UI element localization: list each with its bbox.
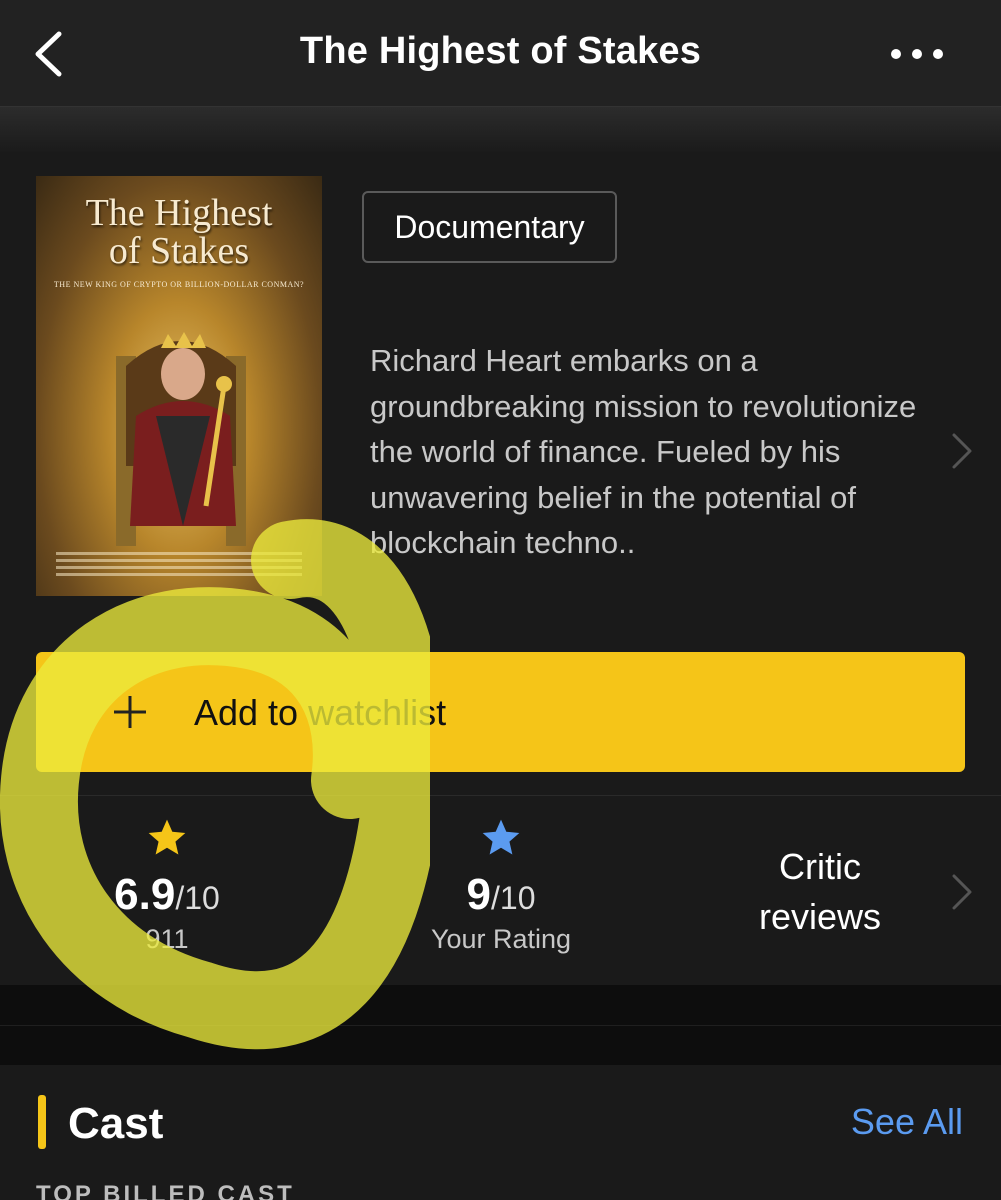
genre-chip[interactable]: Documentary — [362, 191, 617, 263]
your-rating-label: Your Rating — [430, 924, 572, 954]
top-billed-cast-label: TOP BILLED CAST — [36, 1181, 295, 1200]
imdb-score: 6.9/10 — [114, 870, 220, 919]
chevron-right-icon[interactable] — [950, 873, 974, 911]
user-rating[interactable]: 9/10 Your Rating — [334, 796, 668, 986]
add-to-watchlist-button[interactable]: Add to watchlist — [36, 652, 965, 772]
movie-poster[interactable]: The Highest of Stakes THE NEW KING OF CR… — [36, 176, 322, 596]
more-options-button[interactable] — [891, 44, 943, 64]
plot-summary[interactable]: Richard Heart embarks on a groundbreakin… — [370, 338, 940, 566]
more-horizontal-icon — [891, 49, 901, 59]
throne-figure-image — [116, 332, 246, 546]
watchlist-label: Add to watchlist — [194, 692, 447, 733]
ratings-bar: 6.9/10 911 9/10 Your Rating Critic revie… — [0, 795, 1001, 985]
rating-count: 911 — [145, 924, 189, 954]
page-title: The Highest of Stakes — [299, 30, 702, 72]
critic-reviews-link[interactable]: Critic reviews — [700, 842, 940, 942]
hero-backdrop — [0, 107, 1001, 152]
chevron-right-icon[interactable] — [950, 432, 974, 470]
user-score: 9/10 — [466, 870, 536, 919]
star-icon — [482, 819, 520, 855]
see-all-link[interactable]: See All — [851, 1101, 963, 1143]
section-accent-bar — [38, 1095, 46, 1149]
star-icon — [148, 819, 186, 855]
cast-heading: Cast — [68, 1099, 164, 1148]
cast-section: Cast See All TOP BILLED CAST — [0, 1065, 1001, 1200]
imdb-rating[interactable]: 6.9/10 911 — [0, 796, 334, 986]
poster-credits — [56, 548, 302, 584]
poster-tagline: THE NEW KING OF CRYPTO OR BILLION-DOLLAR… — [53, 280, 305, 289]
section-divider — [0, 985, 1001, 1065]
poster-title: The Highest of Stakes — [85, 192, 273, 272]
plus-icon — [114, 696, 146, 728]
top-navbar: The Highest of Stakes — [0, 0, 1001, 107]
